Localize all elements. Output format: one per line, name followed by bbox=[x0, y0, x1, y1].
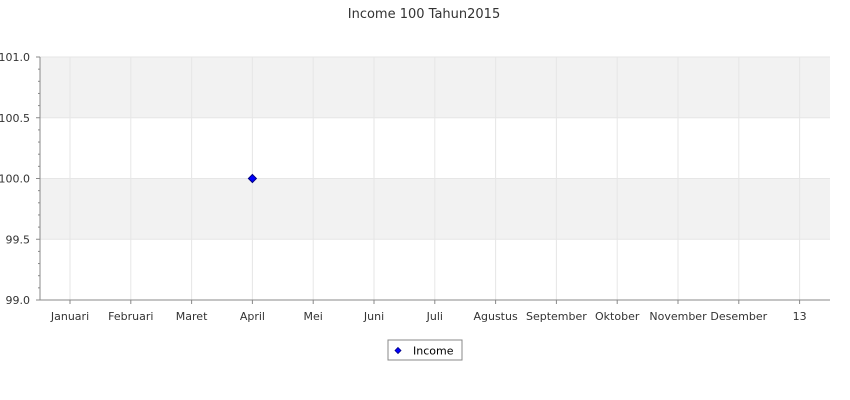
x-tick-label: Februari bbox=[108, 310, 153, 323]
x-tick-label: Agustus bbox=[473, 310, 517, 323]
x-tick-label: 13 bbox=[793, 310, 807, 323]
y-axis-ticks: 99.0 99.5 100.0 100.5 101.0 bbox=[0, 51, 40, 307]
x-tick-label: November bbox=[649, 310, 707, 323]
x-tick-label: April bbox=[240, 310, 265, 323]
chart: Income 100 Tahun2015 99.0 99.5 100.0 100.5 1… bbox=[0, 7, 830, 361]
x-tick-label: Desember bbox=[710, 310, 767, 323]
x-axis-ticks: Januari Februari Maret April Mei Juni Juli Agus… bbox=[50, 300, 807, 323]
x-tick-label: September bbox=[526, 310, 587, 323]
x-tick-label: Maret bbox=[176, 310, 208, 323]
x-tick-label: Januari bbox=[50, 310, 89, 323]
y-tick-label: 101.0 bbox=[0, 51, 30, 64]
x-tick-label: Juni bbox=[363, 310, 384, 323]
x-tick-label: Juli bbox=[426, 310, 443, 323]
legend: Income bbox=[387, 339, 463, 361]
x-tick-label: Mei bbox=[304, 310, 323, 323]
legend-label: Income bbox=[413, 345, 454, 358]
chart-title: Income 100 Tahun2015 bbox=[348, 7, 500, 22]
y-tick-label: 100.5 bbox=[0, 112, 30, 125]
y-tick-label: 99.0 bbox=[6, 294, 31, 307]
y-tick-label: 99.5 bbox=[6, 233, 31, 246]
y-tick-label: 100.0 bbox=[0, 173, 30, 186]
x-tick-label: Oktober bbox=[595, 310, 640, 323]
